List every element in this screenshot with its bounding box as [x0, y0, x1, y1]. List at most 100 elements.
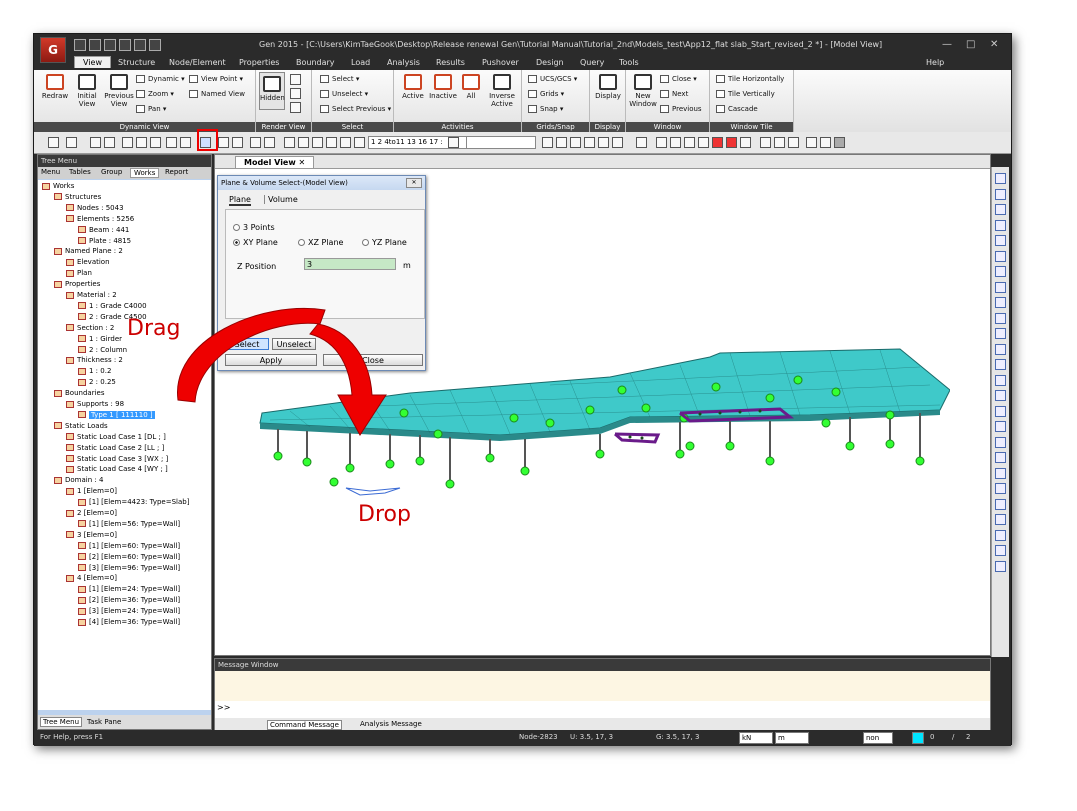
toolbar-icon-6[interactable]	[166, 137, 177, 148]
color-swatch[interactable]	[912, 732, 924, 744]
toolbar-icon-30[interactable]	[712, 137, 723, 148]
toolbar-icon-1[interactable]	[90, 137, 101, 148]
analysis-message-tab[interactable]: Analysis Message	[360, 720, 422, 728]
right-toolbar-icon[interactable]	[995, 235, 1006, 246]
menu-tab-view[interactable]: View	[74, 56, 111, 68]
right-toolbar-icon[interactable]	[995, 328, 1006, 339]
radio-xz-plane[interactable]: XZ Plane	[298, 238, 343, 247]
undo-icon[interactable]	[48, 137, 59, 148]
z-position-input[interactable]: 3	[304, 258, 396, 270]
dialog-tab-plane[interactable]: Plane	[229, 195, 251, 206]
tree-node[interactable]: [1] [Elem=56: Type=Wall]	[78, 520, 180, 528]
render-icon-2[interactable]	[290, 88, 301, 99]
tree-node[interactable]: Plate : 4815	[78, 237, 131, 245]
tree-node[interactable]: Material : 2	[66, 291, 117, 299]
tree-node[interactable]: Works	[42, 182, 74, 190]
tree-node[interactable]: 3 [Elem=0]	[66, 531, 117, 539]
render-icon-1[interactable]	[290, 74, 301, 85]
toolbar-icon-12[interactable]	[284, 137, 295, 148]
toolbar-icon-37[interactable]	[820, 137, 831, 148]
tree-node[interactable]: 2 : 0.25	[78, 378, 116, 386]
toolbar-icon-11[interactable]	[264, 137, 275, 148]
tree-tab-works[interactable]: Works	[130, 168, 160, 178]
toolbar-icon-7[interactable]	[180, 137, 191, 148]
menu-tab-analysis[interactable]: Analysis	[387, 58, 420, 67]
hidden-button[interactable]: Hidden	[259, 72, 285, 110]
print-preview-icon[interactable]	[149, 39, 161, 51]
right-toolbar-icon[interactable]	[995, 405, 1006, 417]
toolbar-icon-16[interactable]	[340, 137, 351, 148]
select-previous-button[interactable]: Select Previous ▾	[320, 105, 391, 113]
select-button[interactable]: Select ▾	[320, 75, 359, 83]
ucs-gcs-button[interactable]: UCS/GCS ▾	[528, 75, 577, 83]
toolbar-icon-8[interactable]	[218, 137, 229, 148]
toolbar-icon-29[interactable]	[698, 137, 709, 148]
named-view-button[interactable]: Named View	[189, 90, 245, 98]
toolbar-icon-19[interactable]	[542, 137, 553, 148]
right-toolbar-icon[interactable]	[995, 452, 1006, 463]
right-toolbar-icon[interactable]	[995, 312, 1006, 324]
right-toolbar-icon[interactable]	[995, 343, 1006, 355]
tree-node[interactable]: Structures	[54, 193, 101, 201]
toolbar-icon-26[interactable]	[656, 137, 667, 148]
toolbar-icon-3[interactable]	[122, 137, 133, 148]
toolbar-icon-31[interactable]	[726, 137, 737, 148]
right-toolbar-icon[interactable]	[995, 188, 1006, 200]
tree-node[interactable]: [2] [Elem=36: Type=Wall]	[78, 596, 180, 604]
tree-node[interactable]: Static Loads	[54, 422, 108, 430]
tree-node[interactable]: [3] [Elem=24: Type=Wall]	[78, 607, 180, 615]
tree-node[interactable]: [1] [Elem=4423: Type=Slab]	[78, 498, 189, 506]
model-view-tab[interactable]: Model View ✕	[235, 156, 315, 169]
right-toolbar-icon[interactable]	[995, 436, 1006, 448]
tree-tab-report[interactable]: Report	[165, 168, 188, 176]
pan-button[interactable]: Pan ▾	[136, 105, 166, 113]
right-toolbar-icon[interactable]	[995, 421, 1006, 432]
toolbar-icon-27[interactable]	[670, 137, 681, 148]
tree-node[interactable]: 1 [Elem=0]	[66, 487, 117, 495]
tile-vertically-button[interactable]: Tile Vertically	[716, 90, 775, 98]
toolbar-icon-13[interactable]	[298, 137, 309, 148]
tree-node[interactable]: 1 : 0.2	[78, 367, 111, 375]
right-toolbar-icon[interactable]	[995, 297, 1006, 308]
grids-button[interactable]: Grids ▾	[528, 90, 564, 98]
tree-node[interactable]: Thickness : 2	[66, 356, 123, 364]
toolbar-icon-32[interactable]	[740, 137, 751, 148]
force-unit-select[interactable]: kN	[739, 732, 773, 744]
task-pane-tab[interactable]: Task Pane	[87, 718, 121, 726]
close-icon[interactable]: ✕	[990, 39, 998, 50]
snap-button[interactable]: Snap ▾	[528, 105, 563, 113]
menu-tab-query[interactable]: Query	[580, 58, 604, 67]
app-logo-icon[interactable]: G	[40, 37, 66, 63]
tree-node[interactable]: 1 : Girder	[78, 335, 122, 343]
tree-menu-tab[interactable]: Tree Menu	[40, 717, 83, 727]
radio-xy-plane[interactable]: XY Plane	[233, 238, 278, 247]
right-toolbar-icon[interactable]	[995, 483, 1006, 494]
radio-yz-plane[interactable]: YZ Plane	[362, 238, 407, 247]
tree-node[interactable]: Boundaries	[54, 389, 104, 397]
maximize-icon[interactable]: □	[966, 39, 975, 50]
tree-node[interactable]: Plan	[66, 269, 92, 277]
display-button[interactable]: Display	[593, 74, 623, 100]
menu-tab-load[interactable]: Load	[351, 58, 370, 67]
tree-tab-menu[interactable]: Menu	[41, 168, 60, 176]
tree-node[interactable]: Elements : 5256	[66, 215, 134, 223]
next-window-button[interactable]: Next	[660, 90, 688, 98]
toolbar-icon-5[interactable]	[150, 137, 161, 148]
open-file-icon[interactable]	[89, 39, 101, 51]
tile-horizontally-button[interactable]: Tile Horizontally	[716, 75, 784, 83]
toolbar-icon-18[interactable]	[448, 137, 459, 148]
toolbar-icon-17[interactable]	[354, 137, 365, 148]
menu-tab-boundary[interactable]: Boundary	[296, 58, 335, 67]
initial-view-button[interactable]: Initial View	[72, 74, 102, 108]
tree-node[interactable]: Named Plane : 2	[54, 247, 123, 255]
previous-window-button[interactable]: Previous	[660, 105, 702, 113]
toolbar-icon-4[interactable]	[136, 137, 147, 148]
tree-node[interactable]: Beam : 441	[78, 226, 129, 234]
command-message-tab[interactable]: Command Message	[267, 720, 342, 730]
tree-node[interactable]: Supports : 98	[66, 400, 124, 408]
tab-close-icon[interactable]: ✕	[299, 158, 306, 167]
tree-node[interactable]: 4 [Elem=0]	[66, 574, 117, 582]
toolbar-icon-20[interactable]	[556, 137, 567, 148]
toolbar-icon-24[interactable]	[612, 137, 623, 148]
toolbar-icon-35[interactable]	[788, 137, 799, 148]
